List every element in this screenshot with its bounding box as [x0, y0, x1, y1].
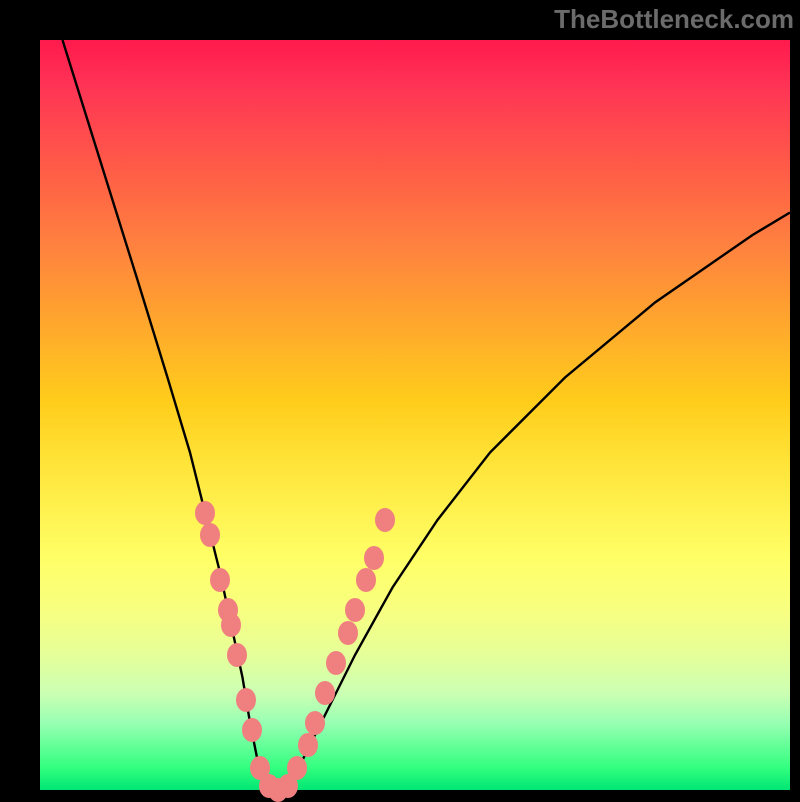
watermark-text: TheBottleneck.com: [554, 4, 794, 35]
bottleneck-curve-path: [63, 40, 791, 790]
plot-area: [40, 40, 790, 790]
curve-svg: [40, 40, 790, 790]
